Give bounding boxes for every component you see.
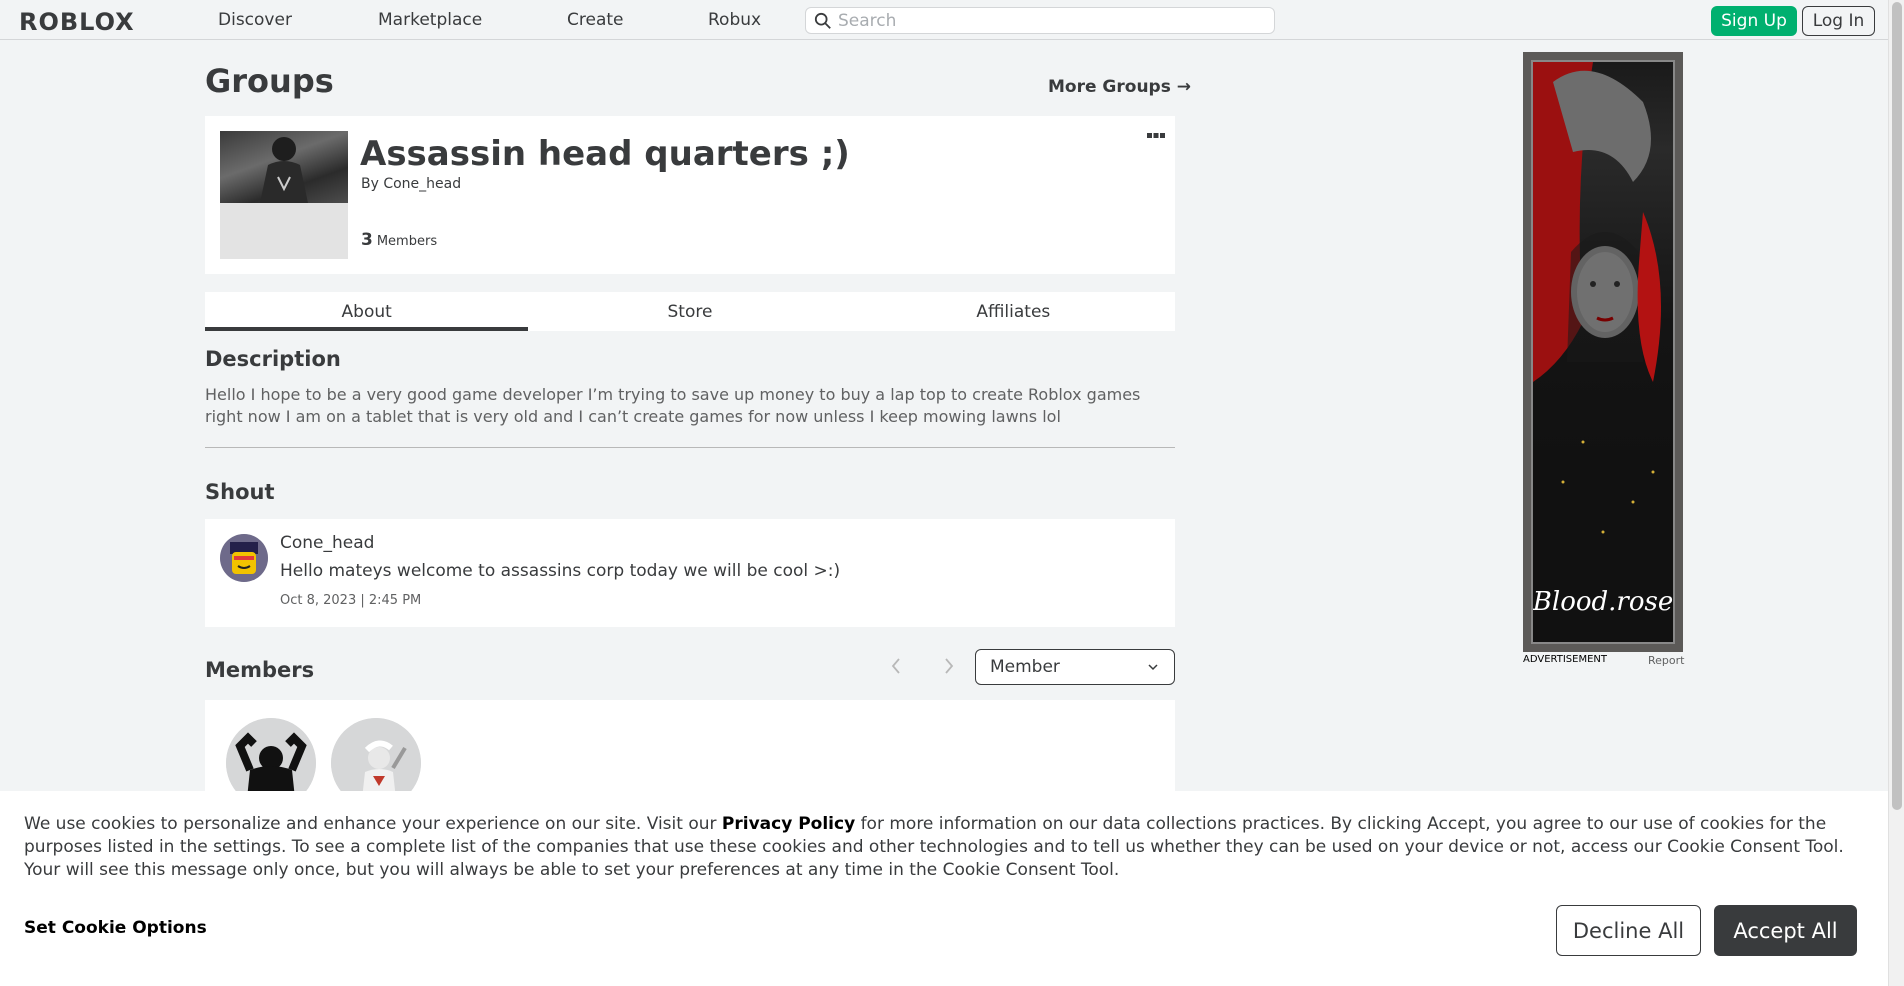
role-selected-value: Member xyxy=(990,657,1060,677)
accept-all-button[interactable]: Accept All xyxy=(1714,905,1857,956)
cookie-consent-banner: We use cookies to personalize and enhanc… xyxy=(0,791,1888,986)
shout-avatar[interactable] xyxy=(220,534,268,582)
avatar-headshot-icon xyxy=(220,534,268,582)
more-options-icon[interactable] xyxy=(1147,133,1165,139)
tab-about[interactable]: About xyxy=(205,292,529,331)
search-input[interactable] xyxy=(838,10,1258,31)
ad-artwork: Blood.rose xyxy=(1533,62,1673,642)
group-member-count: 3 Members xyxy=(361,230,437,250)
advertisement-banner[interactable]: Blood.rose xyxy=(1523,52,1683,652)
section-divider xyxy=(205,447,1175,448)
page-title: Groups xyxy=(205,62,334,100)
members-title: Members xyxy=(205,658,315,682)
nav-link-marketplace[interactable]: Marketplace xyxy=(378,10,482,30)
cookie-message: We use cookies to personalize and enhanc… xyxy=(24,813,1864,882)
chevron-right-icon[interactable] xyxy=(942,655,956,677)
member-count-value: 3 xyxy=(361,230,373,250)
chevron-down-icon xyxy=(1148,664,1158,671)
nav-link-robux[interactable]: Robux xyxy=(708,10,761,30)
description-text: Hello I hope to be a very good game deve… xyxy=(205,385,1141,426)
shout-username[interactable]: Cone_head xyxy=(280,533,374,553)
tab-store[interactable]: Store xyxy=(528,292,851,331)
scrollbar-thumb[interactable] xyxy=(1892,2,1902,810)
group-emblem-image xyxy=(220,131,348,203)
shout-title: Shout xyxy=(205,480,275,504)
sign-up-button[interactable]: Sign Up xyxy=(1711,6,1797,36)
group-owner: By Cone_head xyxy=(361,176,461,192)
owner-link[interactable]: Cone_head xyxy=(383,176,461,192)
shout-timestamp: Oct 8, 2023 | 2:45 PM xyxy=(280,593,422,608)
privacy-policy-link[interactable]: Privacy Policy xyxy=(722,814,855,834)
advertisement-image: Blood.rose xyxy=(1531,60,1675,644)
owner-prefix: By xyxy=(361,176,379,192)
more-groups-link[interactable]: More Groups → xyxy=(1048,77,1191,97)
top-navbar: ROBLOX Discover Marketplace Create Robux… xyxy=(0,0,1888,40)
advertisement-label: ADVERTISEMENT xyxy=(1523,654,1608,665)
shout-card: Cone_head Hello mateys welcome to assass… xyxy=(205,519,1175,627)
decline-all-button[interactable]: Decline All xyxy=(1556,905,1701,956)
search-icon xyxy=(814,12,831,29)
member-count-label: Members xyxy=(376,234,438,249)
group-emblem xyxy=(220,131,348,259)
group-name: Assassin head quarters ;) xyxy=(360,134,850,174)
chevron-left-icon[interactable] xyxy=(889,655,903,677)
nav-link-create[interactable]: Create xyxy=(567,10,624,30)
role-dropdown[interactable]: Member xyxy=(975,649,1175,685)
search-box[interactable] xyxy=(805,7,1275,34)
log-in-button[interactable]: Log In xyxy=(1802,6,1875,36)
description-title: Description xyxy=(205,347,341,371)
report-ad-link[interactable]: Report xyxy=(1648,654,1684,667)
assassin-figure-icon xyxy=(260,137,308,203)
set-cookie-options-link[interactable]: Set Cookie Options xyxy=(24,918,207,938)
ad-signature: Blood.rose xyxy=(1533,587,1673,617)
nav-link-discover[interactable]: Discover xyxy=(218,10,292,30)
group-tabs: About Store Affiliates xyxy=(205,292,1175,331)
tab-affiliates[interactable]: Affiliates xyxy=(852,292,1175,331)
roblox-logo[interactable]: ROBLOX xyxy=(19,8,135,36)
page-scrollbar[interactable] xyxy=(1888,0,1904,986)
shout-message: Hello mateys welcome to assassins corp t… xyxy=(280,561,841,581)
group-header-card: Assassin head quarters ;) By Cone_head 3… xyxy=(205,116,1175,274)
cookie-text-before: We use cookies to personalize and enhanc… xyxy=(24,814,722,834)
